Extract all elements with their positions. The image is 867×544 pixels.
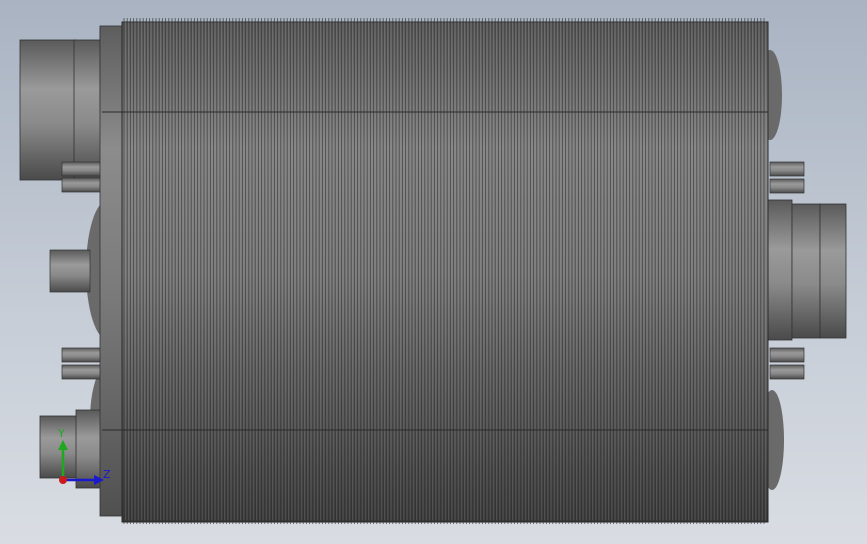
- triad-y-label: Y: [58, 427, 65, 440]
- core-shading: [122, 22, 768, 522]
- heat-exchanger-model-view[interactable]: [0, 0, 867, 544]
- right-port-assembly: [767, 161, 847, 380]
- left-end-plate: [99, 25, 123, 517]
- triad-z-label: Z: [103, 468, 111, 481]
- cad-graphics-viewport[interactable]: Y Z: [0, 0, 867, 544]
